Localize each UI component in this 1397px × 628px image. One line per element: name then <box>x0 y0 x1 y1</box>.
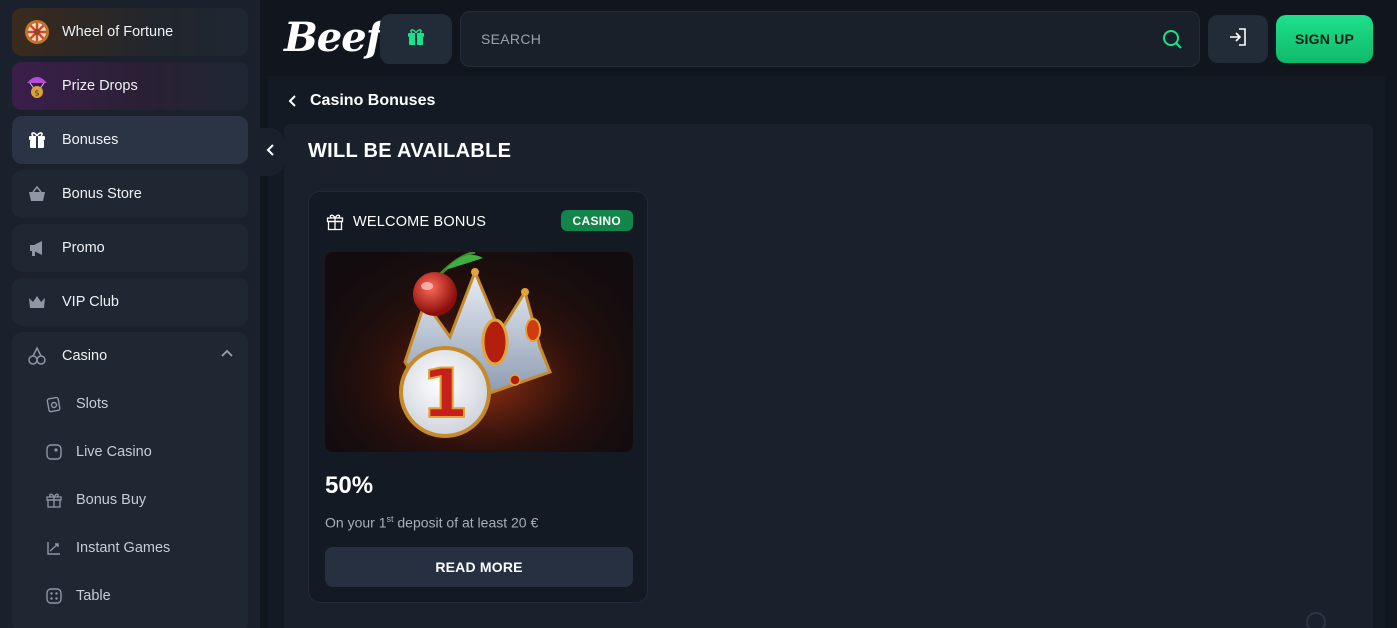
support-chat-button[interactable] <box>1306 612 1326 628</box>
crown-cherry-illustration: 1 <box>325 252 633 452</box>
sidebar-edge <box>260 0 268 628</box>
dice-icon <box>44 586 64 606</box>
trend-icon <box>44 538 64 558</box>
card-header: WELCOME BONUS CASINO <box>325 210 633 234</box>
search-input[interactable] <box>481 31 1141 47</box>
sidebar-subitem-label: Table <box>76 588 111 604</box>
sidebar-subitem-bonus-buy[interactable]: Bonus Buy <box>12 476 248 524</box>
sidebar-item-label: Prize Drops <box>62 78 138 94</box>
gift-button[interactable] <box>380 14 452 64</box>
sidebar-subitem-instant-games[interactable]: Instant Games <box>12 524 248 572</box>
breadcrumb-title: Casino Bonuses <box>310 92 436 109</box>
card-title: WELCOME BONUS <box>353 214 487 230</box>
casino-label: Casino <box>62 348 108 364</box>
sidebar-subitem-table[interactable]: Table <box>12 572 248 620</box>
scroll-track <box>1385 76 1397 628</box>
sidebar-item-bonus-store[interactable]: Bonus Store <box>12 170 248 218</box>
bonus-card: WELCOME BONUS CASINO 1 50% On your 1st d… <box>308 191 648 603</box>
svg-text:1: 1 <box>421 355 468 434</box>
sidebar-subitem-slots[interactable]: Slots <box>12 380 248 428</box>
gift-icon <box>407 28 425 51</box>
sidebar-item-casino[interactable]: Casino <box>12 332 248 380</box>
chevron-up-icon[interactable] <box>220 347 234 366</box>
read-more-button[interactable]: READ MORE <box>325 547 633 587</box>
casino-badge: CASINO <box>560 210 633 231</box>
sidebar-item-promo[interactable]: Promo <box>12 224 248 272</box>
section-title: WILL BE AVAILABLE <box>308 140 512 162</box>
slots-icon <box>44 394 64 414</box>
casino-group: Casino Slots Live Casino Bonus Buy Insta… <box>12 332 248 628</box>
sidebar-item-wheel-of-fortune[interactable]: Wheel of Fortune <box>12 8 248 56</box>
bonus-description: On your 1st deposit of at least 20 € <box>325 514 538 531</box>
sidebar-item-label: Wheel of Fortune <box>62 24 174 40</box>
sidebar-item-label: VIP Club <box>62 294 119 310</box>
crown-icon <box>24 289 50 315</box>
login-button[interactable] <box>1208 15 1268 63</box>
bonuses-panel: WILL BE AVAILABLE WELCOME BONUS CASINO 1… <box>284 124 1373 628</box>
sidebar-item-label: Bonus Store <box>62 186 142 202</box>
gift-icon <box>325 212 345 232</box>
megaphone-icon <box>24 235 50 261</box>
search-icon[interactable] <box>1161 28 1183 55</box>
desc-prefix: On your 1 <box>325 514 387 531</box>
svg-text:$: $ <box>34 89 39 98</box>
sidebar-item-label: Bonuses <box>62 132 119 148</box>
chevron-left-icon[interactable] <box>284 92 302 110</box>
bonus-image: 1 <box>325 252 633 452</box>
gift-icon <box>44 490 64 510</box>
sidebar-item-prize-drops[interactable]: $ Prize Drops <box>12 62 248 110</box>
chevron-left-icon <box>265 143 277 162</box>
sidebar-subitem-label: Bonus Buy <box>76 492 147 508</box>
brand-logo[interactable]: Beef <box>284 14 383 61</box>
sidebar-item-vip-club[interactable]: VIP Club <box>12 278 248 326</box>
cherries-icon <box>24 343 50 369</box>
gift-icon <box>24 127 50 153</box>
basket-icon <box>24 181 50 207</box>
desc-sup: st <box>386 514 394 524</box>
wheel-icon <box>24 19 50 45</box>
login-icon <box>1227 26 1249 53</box>
sidebar-subitem-label: Instant Games <box>76 540 171 556</box>
sidebar-subitem-label: Live Casino <box>76 444 152 460</box>
signup-button[interactable]: SIGN UP <box>1276 15 1373 63</box>
breadcrumb[interactable]: Casino Bonuses <box>284 86 435 116</box>
desc-suffix: deposit of at least 20 € <box>393 514 539 531</box>
search-bar <box>460 11 1200 67</box>
live-casino-icon <box>44 442 64 462</box>
sidebar-item-bonuses[interactable]: Bonuses <box>12 116 248 164</box>
prize-drop-icon: $ <box>24 73 50 99</box>
sidebar-subitem-live-casino[interactable]: Live Casino <box>12 428 248 476</box>
sidebar-item-label: Promo <box>62 240 105 256</box>
sidebar: Wheel of Fortune $ Prize Drops Bonuses B… <box>0 0 260 628</box>
bonus-percent: 50% <box>325 472 374 499</box>
sidebar-collapse-button[interactable] <box>258 128 284 176</box>
top-header: Beef SIGN UP <box>268 0 1397 76</box>
sidebar-subitem-label: Slots <box>76 396 109 412</box>
